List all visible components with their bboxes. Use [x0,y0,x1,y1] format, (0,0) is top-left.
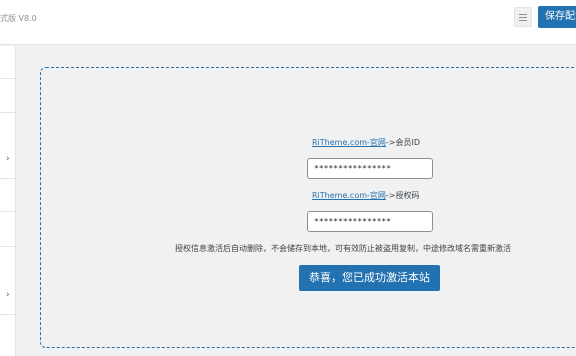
member-id-label: RiTheme.com-官网->会员ID [312,137,420,148]
auth-code-field[interactable] [307,211,433,232]
sidebar-divider [0,178,16,179]
sidebar-divider [0,112,16,113]
sidebar-divider [0,246,16,247]
auth-code-label: RiTheme.com-官网->授权码 [312,190,419,201]
sidebar: › › [0,46,16,356]
chevron-right-icon[interactable]: › [6,290,10,300]
authorization-panel [40,67,576,348]
auth-code-suffix: ->授权码 [385,191,420,200]
member-id-suffix: ->会员ID [385,138,420,147]
top-bar: 式版 V8.0 保存配置 [0,0,576,45]
activation-notice: 授权信息激活后自动删除，不会储存到本地，可有效防止被盗用复制，中途修改域名需重新… [175,244,511,253]
ritheme-link[interactable]: RiTheme.com-官网 [312,191,386,200]
member-id-field[interactable] [307,158,433,179]
chevron-right-icon[interactable]: › [6,154,10,164]
list-icon[interactable] [514,7,532,27]
sidebar-divider [0,211,16,212]
sidebar-divider [0,314,16,315]
save-config-button[interactable]: 保存配置 [538,6,576,28]
version-label: 式版 V8.0 [0,14,37,23]
sidebar-divider [0,78,16,79]
ritheme-link[interactable]: RiTheme.com-官网 [312,138,386,147]
activate-button[interactable]: 恭喜，您已成功激活本站 [299,265,440,291]
